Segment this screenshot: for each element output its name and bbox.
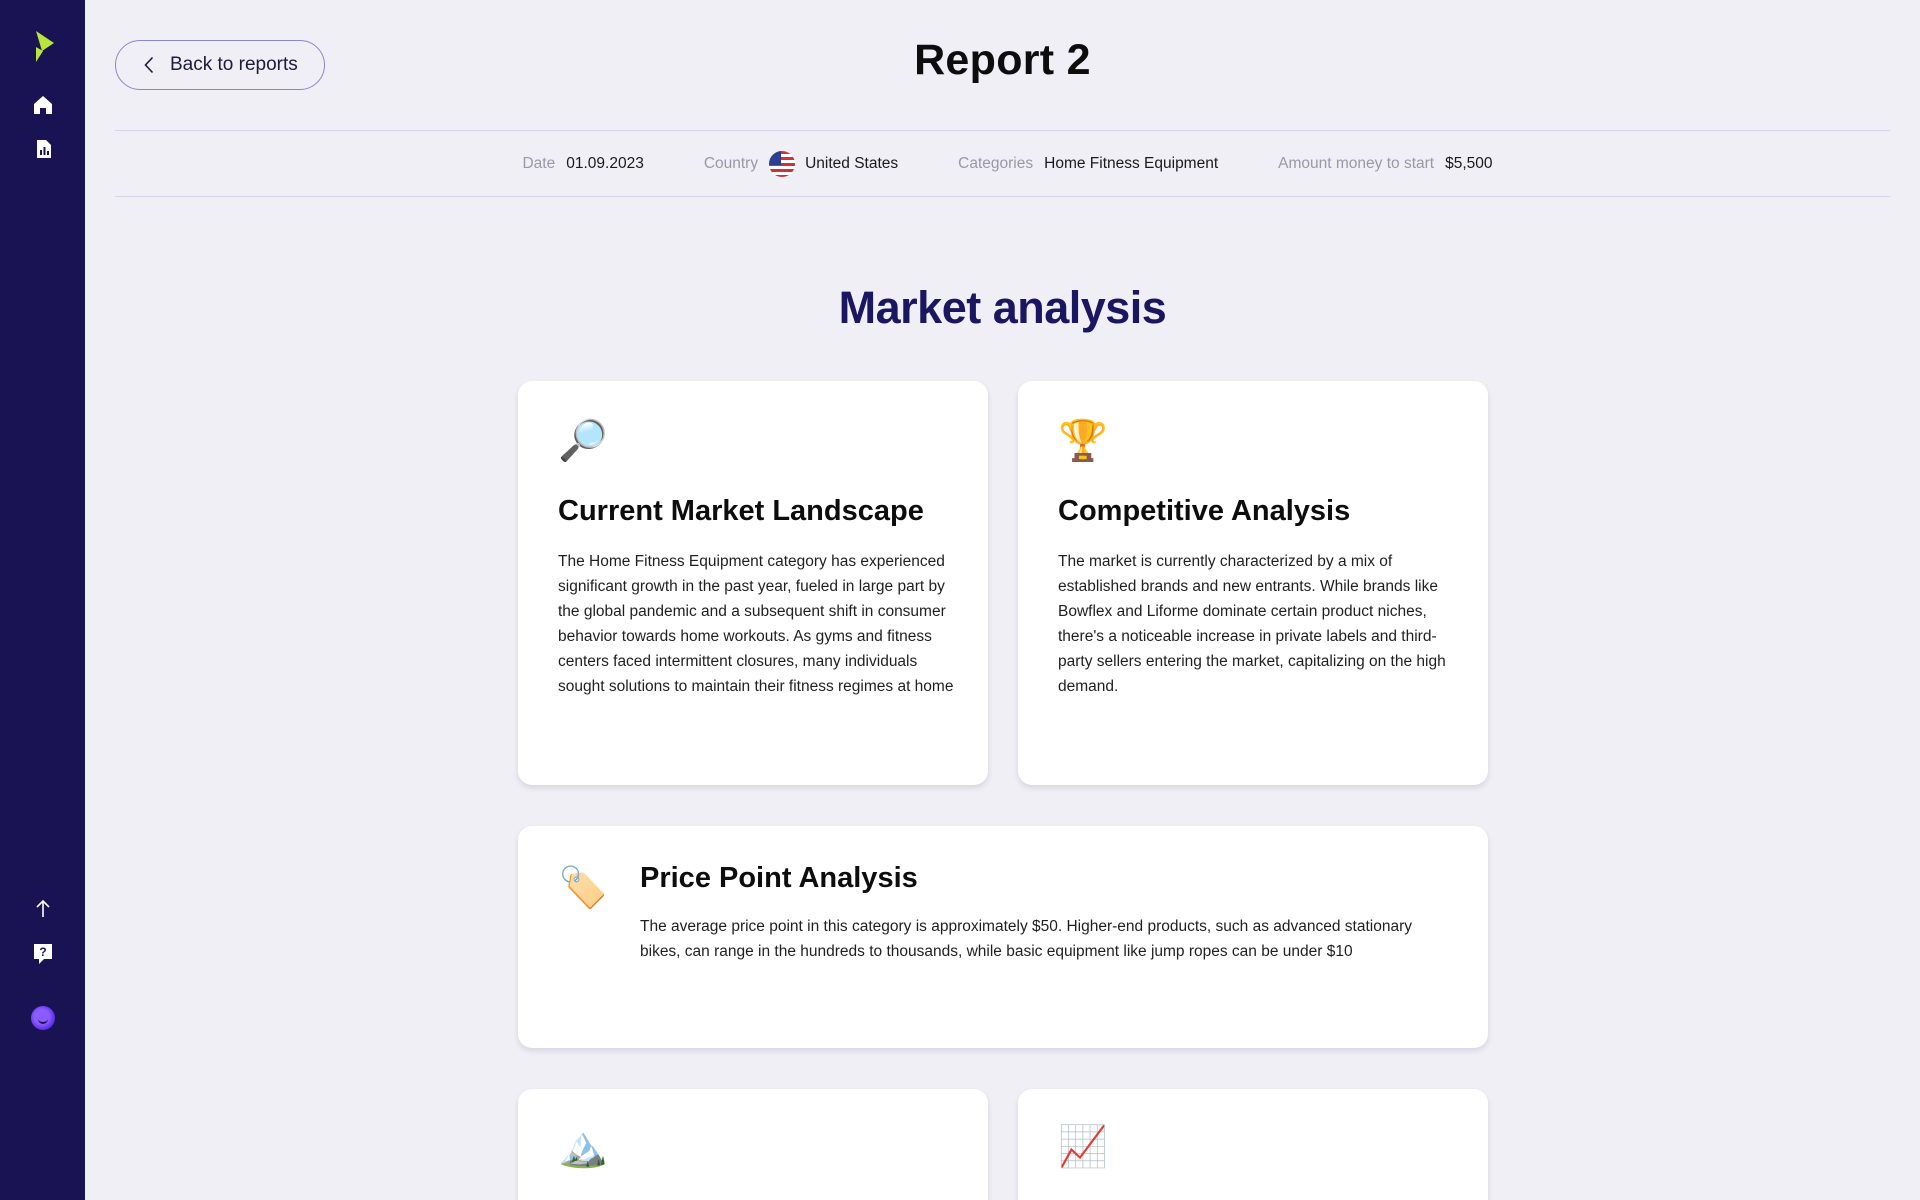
country-label: Country <box>703 154 759 172</box>
card-price-point-analysis: 🏷️ Price Point Analysis The average pric… <box>518 826 1488 1048</box>
home-icon[interactable] <box>0 92 85 118</box>
mountain-icon: 🏔️ <box>558 1125 608 1169</box>
page-title: Report 2 <box>914 36 1091 84</box>
categories-value: Home Fitness Equipment <box>1044 154 1219 172</box>
section-title: Market analysis <box>838 282 1167 333</box>
svg-text:?: ? <box>39 945 46 959</box>
card-mountain: 🏔️ <box>518 1089 988 1200</box>
magnifier-icon: 🔎 <box>558 419 608 463</box>
meta-categories: Categories Home Fitness Equipment <box>958 155 1218 173</box>
card-trend: 📈 <box>1018 1089 1488 1200</box>
meta-date: Date 01.09.2023 <box>522 155 643 173</box>
country-value: United States <box>805 154 899 172</box>
categories-label: Categories <box>958 154 1034 172</box>
sidebar: ? <box>0 0 85 1200</box>
meta-amount: Amount money to start $5,500 <box>1278 155 1492 173</box>
report-meta-bar: Date 01.09.2023 Country United States Ca… <box>115 130 1890 197</box>
price-tag-icon: 🏷️ <box>558 866 608 910</box>
date-label: Date <box>522 154 556 172</box>
card-text: The average price point in this category… <box>640 918 1412 960</box>
card-text: The market is currently characterized by… <box>1058 553 1446 695</box>
us-flag-icon <box>769 150 796 177</box>
chart-increasing-icon: 📈 <box>1058 1125 1108 1169</box>
help-icon[interactable]: ? <box>0 940 85 968</box>
card-competitive-analysis: 🏆 Competitive Analysis The market is cur… <box>1018 381 1488 785</box>
avatar[interactable] <box>0 1004 85 1032</box>
date-value: 01.09.2023 <box>566 154 644 172</box>
card-title: Competitive Analysis <box>1058 495 1351 527</box>
amount-value: $5,500 <box>1445 154 1493 172</box>
amount-label: Amount money to start <box>1278 154 1435 172</box>
reports-icon[interactable] <box>0 136 85 162</box>
card-title: Current Market Landscape <box>558 495 924 527</box>
card-title: Price Point Analysis <box>640 862 918 894</box>
meta-country: Country United States <box>703 150 899 177</box>
card-text: The Home Fitness Equipment category has … <box>558 553 954 695</box>
card-current-market-landscape: 🔎 Current Market Landscape The Home Fitn… <box>518 381 988 785</box>
trophy-icon: 🏆 <box>1058 419 1108 463</box>
avatar-icon <box>30 1006 55 1030</box>
arrow-up-icon[interactable] <box>0 896 85 922</box>
